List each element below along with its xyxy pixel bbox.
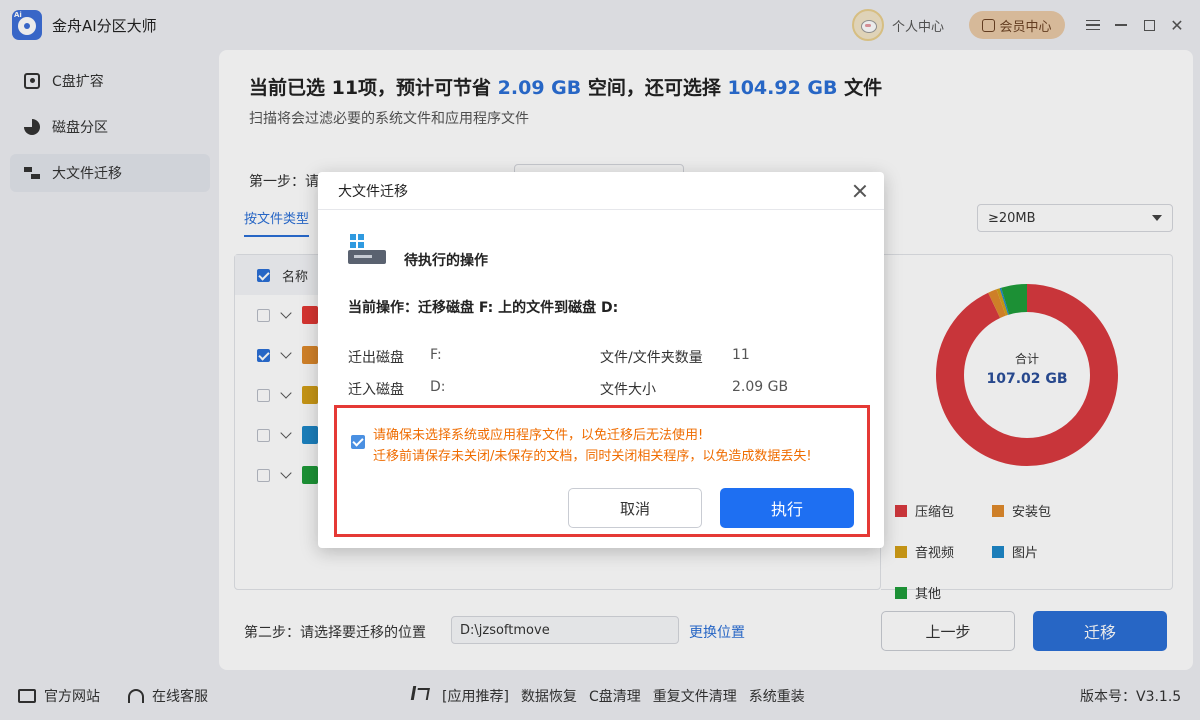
source-disk-label: 迁出磁盘: [348, 350, 404, 366]
execute-button[interactable]: 执行: [720, 488, 854, 528]
source-disk-value: F:: [430, 347, 442, 363]
file-count-value: 11: [732, 347, 750, 363]
dialog-title: 大文件迁移: [318, 172, 884, 210]
pending-operation-title: 待执行的操作: [404, 253, 488, 269]
warning-line-2: 迁移前请保存未关闭/未保存的文档，同时关闭相关程序，以免造成数据丢失!: [373, 449, 812, 464]
warning-box: 请确保未选择系统或应用程序文件，以免迁移后无法使用! 迁移前请保存未关闭/未保存…: [334, 405, 870, 537]
warning-confirm-checkbox[interactable]: [351, 435, 365, 449]
disk-icon: [348, 234, 386, 266]
dialog-close-icon[interactable]: [852, 183, 868, 199]
target-disk-value: D:: [430, 379, 446, 395]
file-count-label: 文件/文件夹数量: [600, 350, 703, 366]
file-size-label: 文件大小: [600, 382, 656, 398]
warning-line-1: 请确保未选择系统或应用程序文件，以免迁移后无法使用!: [373, 428, 704, 443]
migration-dialog: 大文件迁移 待执行的操作 当前操作：迁移磁盘 F: 上的文件到磁盘 D: 迁出磁…: [318, 172, 884, 548]
cancel-button[interactable]: 取消: [568, 488, 702, 528]
file-size-value: 2.09 GB: [732, 379, 789, 395]
target-disk-label: 迁入磁盘: [348, 382, 404, 398]
current-operation: 当前操作：迁移磁盘 F: 上的文件到磁盘 D:: [348, 300, 619, 316]
